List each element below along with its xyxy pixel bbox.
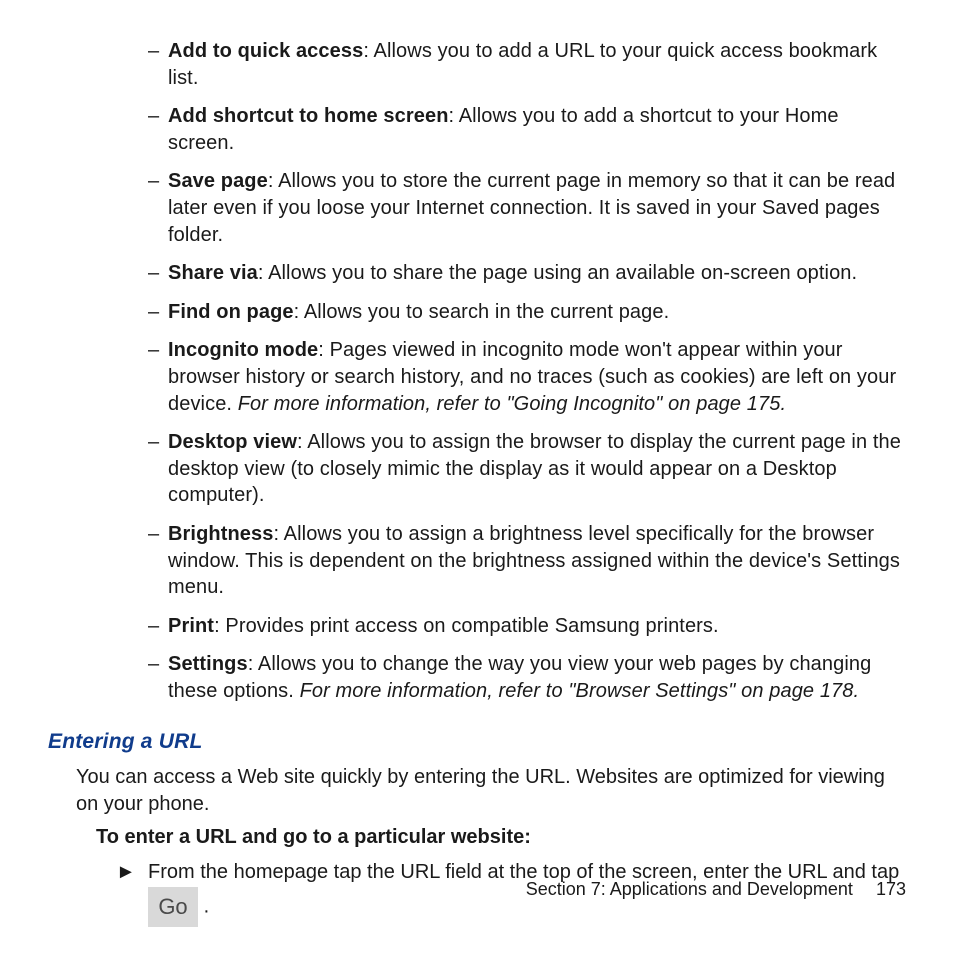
sub-heading: To enter a URL and go to a particular we… bbox=[96, 826, 906, 849]
dash-icon: – bbox=[148, 103, 159, 130]
dash-icon: – bbox=[148, 260, 159, 287]
definition-desc: : Allows you to store the current page i… bbox=[168, 170, 895, 245]
footer-section: Section 7: Applications and Development bbox=[526, 879, 853, 899]
dash-icon: – bbox=[148, 651, 159, 678]
dash-icon: – bbox=[148, 429, 159, 456]
arrow-icon: ► bbox=[116, 857, 136, 887]
definition-desc: : Allows you to search in the current pa… bbox=[294, 301, 670, 323]
definition-term: Add to quick access bbox=[168, 40, 363, 62]
go-button[interactable]: Go bbox=[148, 887, 198, 927]
definition-desc: : Allows you to assign a brightness leve… bbox=[168, 523, 900, 598]
footer-page-number: 173 bbox=[876, 879, 906, 899]
definition-item: –Add shortcut to home screen: Allows you… bbox=[48, 103, 906, 156]
definition-term: Find on page bbox=[168, 301, 294, 323]
dash-icon: – bbox=[148, 168, 159, 195]
definition-item: –Settings: Allows you to change the way … bbox=[48, 651, 906, 704]
definition-item: –Print: Provides print access on compati… bbox=[48, 613, 906, 640]
definition-item: –Desktop view: Allows you to assign the … bbox=[48, 429, 906, 509]
dash-icon: – bbox=[148, 521, 159, 548]
intro-paragraph: You can access a Web site quickly by ent… bbox=[76, 764, 906, 818]
step-text-after: . bbox=[204, 896, 210, 918]
definition-item: –Incognito mode: Pages viewed in incogni… bbox=[48, 337, 906, 417]
definition-term: Incognito mode bbox=[168, 339, 318, 361]
cross-reference: For more information, refer to "Browser … bbox=[300, 680, 860, 702]
cross-reference: For more information, refer to "Going In… bbox=[238, 393, 786, 415]
definition-term: Save page bbox=[168, 170, 268, 192]
dash-icon: – bbox=[148, 38, 159, 65]
definition-term: Brightness bbox=[168, 523, 273, 545]
definition-item: –Save page: Allows you to store the curr… bbox=[48, 168, 906, 248]
definition-term: Share via bbox=[168, 262, 258, 284]
definition-desc: : Allows you to share the page using an … bbox=[258, 262, 857, 284]
definition-term: Print bbox=[168, 615, 214, 637]
dash-icon: – bbox=[148, 299, 159, 326]
definition-term: Settings bbox=[168, 653, 248, 675]
definition-term: Desktop view bbox=[168, 431, 297, 453]
dash-icon: – bbox=[148, 613, 159, 640]
definition-item: –Find on page: Allows you to search in t… bbox=[48, 299, 906, 326]
definition-item: –Brightness: Allows you to assign a brig… bbox=[48, 521, 906, 601]
definition-term: Add shortcut to home screen bbox=[168, 105, 449, 127]
definition-item: –Add to quick access: Allows you to add … bbox=[48, 38, 906, 91]
dash-icon: – bbox=[148, 337, 159, 364]
definition-desc: : Provides print access on compatible Sa… bbox=[214, 615, 719, 637]
document-page: –Add to quick access: Allows you to add … bbox=[0, 0, 954, 954]
page-footer: Section 7: Applications and Development … bbox=[526, 879, 906, 900]
definition-list: –Add to quick access: Allows you to add … bbox=[48, 38, 906, 704]
section-heading: Entering a URL bbox=[48, 730, 906, 754]
definition-item: –Share via: Allows you to share the page… bbox=[48, 260, 906, 287]
